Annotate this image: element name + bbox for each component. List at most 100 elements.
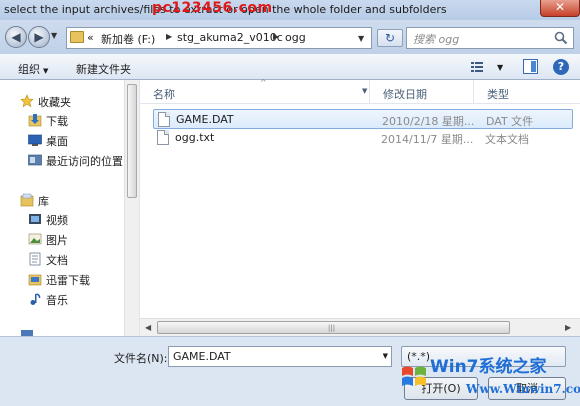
file-name: GAME.DAT	[176, 113, 234, 126]
back-arrow-icon: ◀	[11, 30, 21, 44]
close-button[interactable]: ✕	[540, 0, 580, 17]
document-library-icon	[29, 252, 41, 266]
address-dropdown-icon[interactable]: ▼	[358, 34, 364, 43]
recent-pages-dropdown-icon[interactable]: ▼	[51, 31, 57, 40]
forward-arrow-icon: ▶	[34, 30, 44, 44]
column-header-label: 修改日期	[383, 88, 427, 101]
file-name: ogg.txt	[175, 131, 215, 144]
horizontal-scrollbar[interactable]: ◀ ||| ▶	[140, 318, 580, 336]
sidebar-item-thunder-downloads[interactable]: 迅雷下载	[0, 270, 124, 288]
forward-button[interactable]: ▶	[28, 26, 50, 48]
organize-label: 组织	[18, 63, 40, 76]
sidebar-label: 库	[38, 195, 49, 208]
column-header-row: 名称 ^ ▼ 修改日期 类型	[140, 78, 580, 104]
search-icon	[554, 31, 568, 45]
sidebar-item-libraries[interactable]: 库	[0, 191, 124, 209]
sidebar-item-pictures[interactable]: 图片	[0, 230, 124, 248]
file-type: 文本文档	[485, 133, 529, 146]
new-folder-button[interactable]: 新建文件夹	[76, 61, 131, 77]
search-input[interactable]: 搜索 ogg	[406, 27, 574, 49]
address-segment-drive[interactable]: 新加卷 (F:)	[101, 31, 155, 47]
file-date: 2014/11/7 星期...	[381, 133, 474, 146]
chevron-right-icon[interactable]: ▶	[273, 32, 279, 41]
view-options-icon[interactable]	[470, 60, 484, 74]
folder-icon	[70, 31, 84, 43]
sidebar-item-desktop[interactable]: 桌面	[0, 131, 124, 149]
recent-places-icon	[28, 154, 42, 166]
column-header-label: 类型	[487, 88, 509, 101]
scrollbar-thumb[interactable]: |||	[157, 321, 510, 334]
windows-logo-icon	[402, 366, 426, 386]
scrollbar-thumb[interactable]	[127, 84, 137, 198]
desktop-icon	[28, 134, 42, 146]
sort-ascending-icon: ^	[260, 78, 267, 87]
column-header-label: 名称	[153, 88, 175, 101]
sidebar-item-documents[interactable]: 文档	[0, 250, 124, 268]
watermark-text: pc123456.com	[152, 0, 273, 16]
thunder-download-icon	[28, 274, 42, 286]
file-list: 名称 ^ ▼ 修改日期 类型 GAME.DAT 2010/2/18 星期... …	[140, 78, 580, 318]
file-type: DAT 文件	[486, 115, 534, 128]
logo-url-text: Www.Winwin7.com	[466, 382, 580, 396]
navigation-pane: 收藏夹 下载 桌面 最近访问的位置 库 视频 图片 文档 迅雷下载 音乐	[0, 80, 139, 336]
file-icon	[158, 112, 170, 127]
sidebar-label: 下载	[46, 115, 68, 128]
sidebar-item-downloads[interactable]: 下载	[0, 111, 124, 129]
address-segment-current[interactable]: ogg	[285, 31, 306, 44]
preview-pane-icon[interactable]	[523, 59, 538, 74]
sidebar-label: 图片	[46, 234, 68, 247]
sidebar-item-videos[interactable]: 视频	[0, 210, 124, 228]
file-row[interactable]: ogg.txt 2014/11/7 星期... 文本文档	[153, 128, 573, 148]
sidebar-label: 最近访问的位置	[46, 155, 123, 168]
library-icon	[20, 193, 34, 207]
title-bar: select the input archives/files to extra…	[0, 0, 580, 20]
column-filter-dropdown-icon[interactable]: ▼	[362, 87, 367, 95]
sidebar-label: 收藏夹	[38, 96, 71, 109]
logo-brand-text: Win7系统之家	[430, 357, 547, 377]
sidebar-label: 视频	[46, 214, 68, 227]
file-row[interactable]: GAME.DAT 2010/2/18 星期... DAT 文件	[153, 109, 573, 129]
computer-icon	[21, 330, 33, 336]
filename-label: 文件名(N):	[114, 352, 168, 365]
sidebar-item-recent-places[interactable]: 最近访问的位置	[0, 151, 124, 169]
address-bar[interactable]: « 新加卷 (F:) ▶ stg_akuma2_v010c ▶ ogg ▼	[66, 27, 372, 49]
back-button[interactable]: ◀	[5, 26, 27, 48]
command-bar: 组织 ▼ 新建文件夹 ▼ ?	[0, 54, 580, 80]
close-icon: ✕	[554, 0, 566, 14]
filename-value: GAME.DAT	[173, 350, 231, 363]
music-library-icon	[30, 293, 41, 305]
video-library-icon	[29, 214, 41, 224]
organize-menu[interactable]: 组织 ▼	[18, 61, 48, 77]
sidebar-label: 文档	[46, 254, 68, 267]
chevron-right-icon[interactable]: ▶	[166, 32, 172, 41]
star-icon	[20, 94, 34, 108]
chevron-down-icon: ▼	[43, 67, 49, 75]
sidebar-label: 音乐	[46, 294, 68, 307]
scroll-right-icon[interactable]: ▶	[565, 323, 571, 332]
refresh-button[interactable]: ↻	[377, 29, 403, 47]
refresh-icon: ↻	[384, 31, 396, 45]
help-icon[interactable]: ?	[553, 59, 569, 75]
navigation-bar: ◀ ▶ ▼ « 新加卷 (F:) ▶ stg_akuma2_v010c ▶ og…	[0, 20, 580, 54]
sidebar-item-favorites[interactable]: 收藏夹	[0, 92, 124, 110]
column-header-name[interactable]: 名称 ^	[140, 78, 370, 104]
sidebar-label: 迅雷下载	[46, 274, 90, 287]
sidebar-item-music[interactable]: 音乐	[0, 290, 124, 308]
address-segment-folder[interactable]: stg_akuma2_v010c	[177, 31, 283, 44]
column-header-date[interactable]: 修改日期	[370, 80, 474, 104]
grip-icon: |||	[328, 324, 336, 332]
chevron-down-icon[interactable]: ▼	[383, 352, 388, 360]
sidebar-item-computer-partial[interactable]	[0, 326, 124, 336]
navigation-pane-scrollbar[interactable]	[124, 80, 139, 336]
column-header-type[interactable]: 类型	[474, 80, 580, 104]
view-dropdown-icon[interactable]: ▼	[497, 63, 503, 72]
sidebar-label: 桌面	[46, 135, 68, 148]
filename-input[interactable]: GAME.DAT ▼	[168, 346, 392, 367]
win7-logo-watermark: Win7系统之家 Www.Winwin7.com	[394, 348, 580, 404]
download-folder-icon	[28, 114, 42, 127]
scroll-left-icon[interactable]: ◀	[145, 323, 151, 332]
picture-library-icon	[28, 233, 42, 245]
file-date: 2010/2/18 星期...	[382, 115, 475, 128]
search-placeholder: 搜索 ogg	[413, 33, 460, 46]
address-overflow[interactable]: «	[87, 31, 94, 44]
